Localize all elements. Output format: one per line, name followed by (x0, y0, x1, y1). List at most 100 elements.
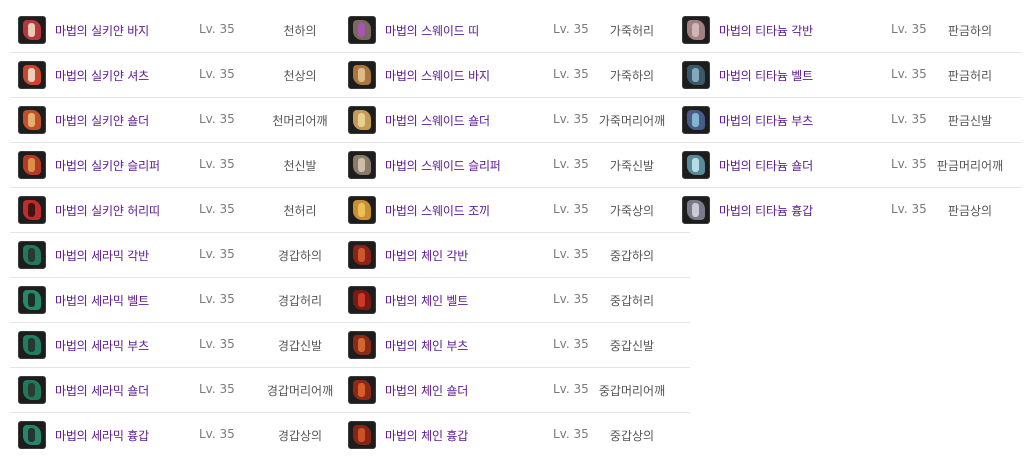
item-name[interactable]: 마법의 티타늄 벨트 (719, 67, 813, 84)
equipment-row[interactable]: 마법의 체인 흉갑 Lv. 35 중갑상의 (340, 413, 690, 458)
equipment-row[interactable]: 마법의 체인 각반 Lv. 35 중갑하의 (340, 233, 690, 278)
item-name[interactable]: 마법의 체인 부츠 (385, 337, 468, 354)
equipment-row[interactable]: 마법의 스웨이드 바지 Lv. 35 가죽하의 (340, 53, 690, 98)
chain-belt-icon[interactable] (348, 286, 376, 314)
equipment-row[interactable]: 마법의 실키얀 셔츠 Lv. 35 천상의 (10, 53, 340, 98)
equipment-row[interactable]: 마법의 세라믹 벨트 Lv. 35 경갑허리 (10, 278, 340, 323)
item-name[interactable]: 마법의 세라믹 부츠 (55, 337, 149, 354)
item-name[interactable]: 마법의 세라믹 벨트 (55, 292, 149, 309)
item-name[interactable]: 마법의 티타늄 숄더 (719, 157, 813, 174)
equipment-row[interactable]: 마법의 세라믹 흉갑 Lv. 35 경갑상의 (10, 413, 340, 458)
item-level: Lv. 35 (199, 67, 235, 81)
equipment-row[interactable]: 마법의 스웨이드 슬리퍼 Lv. 35 가죽신발 (340, 143, 690, 188)
item-level: Lv. 35 (199, 22, 235, 36)
item-level: Lv. 35 (199, 112, 235, 126)
equipment-row[interactable]: 마법의 세라믹 부츠 Lv. 35 경갑신발 (10, 323, 340, 368)
item-name[interactable]: 마법의 실키얀 허리띠 (55, 202, 160, 219)
item-type: 중갑하의 (609, 249, 655, 263)
ceramic-boots-icon[interactable] (18, 331, 46, 359)
item-name[interactable]: 마법의 스웨이드 조끼 (385, 202, 490, 219)
equipment-row[interactable]: 마법의 티타늄 숄더 Lv. 35 판금머리어깨 (674, 143, 1022, 188)
item-type: 천상의 (283, 69, 317, 83)
equipment-row[interactable]: 마법의 티타늄 흉갑 Lv. 35 판금상의 (674, 188, 1022, 233)
item-type: 판금신발 (947, 114, 993, 128)
item-type: 가죽하의 (609, 69, 655, 83)
item-type: 경갑머리어깨 (266, 384, 334, 398)
chain-breastplate-icon[interactable] (348, 421, 376, 449)
item-type: 천허리 (283, 204, 317, 218)
suede-shoulder-icon[interactable] (348, 106, 376, 134)
item-name[interactable]: 마법의 세라믹 각반 (55, 247, 149, 264)
equipment-row[interactable]: 마법의 티타늄 부츠 Lv. 35 판금신발 (674, 98, 1022, 143)
item-name[interactable]: 마법의 체인 벨트 (385, 292, 468, 309)
silk-shoulder-icon[interactable] (18, 106, 46, 134)
equipment-row[interactable]: 마법의 티타늄 각반 Lv. 35 판금하의 (674, 8, 1022, 53)
item-name[interactable]: 마법의 스웨이드 띠 (385, 22, 479, 39)
item-type: 판금허리 (947, 69, 993, 83)
equipment-row[interactable]: 마법의 스웨이드 띠 Lv. 35 가죽허리 (340, 8, 690, 53)
equipment-row[interactable]: 마법의 실키얀 숄더 Lv. 35 천머리어깨 (10, 98, 340, 143)
equipment-row[interactable]: 마법의 세라믹 숄더 Lv. 35 경갑머리어깨 (10, 368, 340, 413)
item-type: 중갑상의 (609, 429, 655, 443)
titanium-greaves-icon[interactable] (682, 16, 710, 44)
item-name[interactable]: 마법의 티타늄 각반 (719, 22, 813, 39)
item-name[interactable]: 마법의 티타늄 부츠 (719, 112, 813, 129)
titanium-belt-icon[interactable] (682, 61, 710, 89)
item-type: 경갑하의 (277, 249, 323, 263)
equipment-row[interactable]: 마법의 체인 벨트 Lv. 35 중갑허리 (340, 278, 690, 323)
item-type: 천하의 (283, 24, 317, 38)
item-name[interactable]: 마법의 실키얀 바지 (55, 22, 149, 39)
item-type: 가죽머리어깨 (598, 114, 666, 128)
item-name[interactable]: 마법의 실키얀 슬리퍼 (55, 157, 160, 174)
ceramic-belt-icon[interactable] (18, 286, 46, 314)
equipment-row[interactable]: 마법의 실키얀 허리띠 Lv. 35 천허리 (10, 188, 340, 233)
item-name[interactable]: 마법의 체인 흉갑 (385, 427, 468, 444)
item-name[interactable]: 마법의 세라믹 흉갑 (55, 427, 149, 444)
item-name[interactable]: 마법의 세라믹 숄더 (55, 382, 149, 399)
ceramic-breastplate-icon[interactable] (18, 421, 46, 449)
suede-vest-icon[interactable] (348, 196, 376, 224)
item-type: 판금머리어깨 (936, 159, 1004, 173)
item-name[interactable]: 마법의 체인 숄더 (385, 382, 468, 399)
equipment-row[interactable]: 마법의 체인 숄더 Lv. 35 중갑머리어깨 (340, 368, 690, 413)
titanium-shoulder-icon[interactable] (682, 151, 710, 179)
chain-shoulder-icon[interactable] (348, 376, 376, 404)
equipment-row[interactable]: 마법의 스웨이드 조끼 Lv. 35 가죽상의 (340, 188, 690, 233)
silk-belt-icon[interactable] (18, 196, 46, 224)
equipment-row[interactable]: 마법의 스웨이드 숄더 Lv. 35 가죽머리어깨 (340, 98, 690, 143)
item-name[interactable]: 마법의 체인 각반 (385, 247, 468, 264)
item-level: Lv. 35 (199, 247, 235, 261)
silk-shirt-icon[interactable] (18, 61, 46, 89)
suede-slipper-icon[interactable] (348, 151, 376, 179)
item-type: 가죽신발 (609, 159, 655, 173)
chain-boots-icon[interactable] (348, 331, 376, 359)
item-type: 중갑허리 (609, 294, 655, 308)
item-name[interactable]: 마법의 스웨이드 숄더 (385, 112, 490, 129)
chain-greaves-icon[interactable] (348, 241, 376, 269)
item-type: 경갑허리 (277, 294, 323, 308)
equipment-row[interactable]: 마법의 티타늄 벨트 Lv. 35 판금허리 (674, 53, 1022, 98)
silk-slipper-icon[interactable] (18, 151, 46, 179)
item-type: 판금상의 (947, 204, 993, 218)
equipment-row[interactable]: 마법의 실키얀 바지 Lv. 35 천하의 (10, 8, 340, 53)
suede-pants-icon[interactable] (348, 61, 376, 89)
item-type: 경갑상의 (277, 429, 323, 443)
equipment-row[interactable]: 마법의 체인 부츠 Lv. 35 중갑신발 (340, 323, 690, 368)
item-name[interactable]: 마법의 스웨이드 슬리퍼 (385, 157, 501, 174)
item-name[interactable]: 마법의 티타늄 흉갑 (719, 202, 813, 219)
item-level: Lv. 35 (199, 427, 235, 441)
titanium-breastplate-icon[interactable] (682, 196, 710, 224)
ceramic-greaves-icon[interactable] (18, 241, 46, 269)
item-type: 가죽허리 (609, 24, 655, 38)
suede-belt-icon[interactable] (348, 16, 376, 44)
equipment-row[interactable]: 마법의 실키얀 슬리퍼 Lv. 35 천신발 (10, 143, 340, 188)
item-name[interactable]: 마법의 실키얀 셔츠 (55, 67, 149, 84)
equipment-row[interactable]: 마법의 세라믹 각반 Lv. 35 경갑하의 (10, 233, 340, 278)
item-name[interactable]: 마법의 실키얀 숄더 (55, 112, 149, 129)
equipment-column-leather-heavy: 마법의 스웨이드 띠 Lv. 35 가죽허리 마법의 스웨이드 바지 Lv. 3… (340, 8, 690, 458)
ceramic-shoulder-icon[interactable] (18, 376, 46, 404)
titanium-boots-icon[interactable] (682, 106, 710, 134)
silk-pants-icon[interactable] (18, 16, 46, 44)
item-name[interactable]: 마법의 스웨이드 바지 (385, 67, 490, 84)
item-type: 경갑신발 (277, 339, 323, 353)
